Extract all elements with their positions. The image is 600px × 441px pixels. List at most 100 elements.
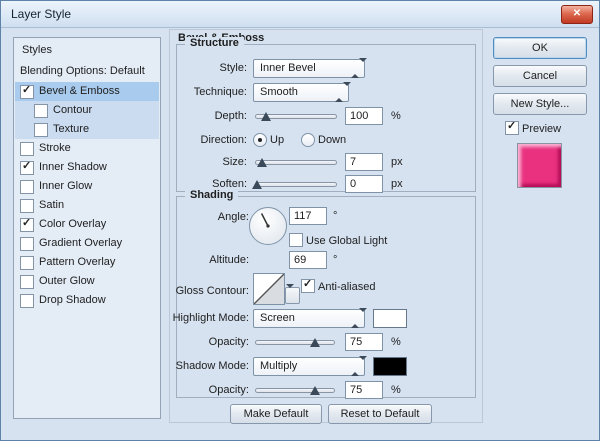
chevron-down-icon [286,284,294,300]
angle-label: Angle: [218,211,249,223]
anti-aliased-checkbox[interactable]: ✓ [301,279,315,293]
depth-label: Depth: [215,110,247,122]
chevron-updown-icon [351,62,362,75]
altitude-unit: ° [333,254,337,266]
slider-thumb[interactable] [261,112,271,121]
size-slider[interactable] [255,160,337,165]
shadow-mode-select[interactable]: Multiply [253,357,365,376]
angle-dial-pointer [250,208,286,244]
technique-select[interactable]: Smooth [253,83,349,102]
structure-legend: Structure [185,37,244,49]
layer-style-dialog: Layer Style ✕ Styles Blending Options: D… [0,0,600,441]
style-preview-swatch [517,143,562,188]
ok-button[interactable]: OK [493,37,587,59]
style-item-outer-glow[interactable]: Outer Glow [15,272,159,291]
shadow-mode-label: Shadow Mode: [176,360,249,372]
soften-slider[interactable] [255,182,337,187]
direction-up-label: Up [270,134,284,146]
window-title: Layer Style [11,7,71,21]
style-item-inner-shadow[interactable]: ✓ Inner Shadow [15,158,159,177]
checkbox-color-overlay[interactable]: ✓ [20,218,34,232]
settings-panel: Bevel & Emboss Structure Style: Inner Be… [169,29,483,423]
chevron-updown-icon [351,312,362,325]
preview-label: Preview [522,123,561,135]
slider-thumb[interactable] [252,180,262,189]
gloss-contour-dropdown-button[interactable] [285,287,300,304]
check-icon: ✓ [22,84,31,96]
style-item-texture[interactable]: Texture [15,120,159,139]
checkbox-outer-glow[interactable] [20,275,34,289]
use-global-light-checkbox[interactable] [289,233,303,247]
style-item-gradient-overlay[interactable]: Gradient Overlay [15,234,159,253]
angle-input[interactable] [289,207,327,225]
checkbox-pattern-overlay[interactable] [20,256,34,270]
style-label: Style: [219,62,247,74]
altitude-input[interactable] [289,251,327,269]
style-item-drop-shadow[interactable]: Drop Shadow [15,291,159,310]
soften-unit: px [391,178,403,190]
checkbox-inner-shadow[interactable]: ✓ [20,161,34,175]
direction-down-radio[interactable] [301,133,315,147]
checkbox-contour[interactable] [34,104,48,118]
checkbox-gradient-overlay[interactable] [20,237,34,251]
cancel-button[interactable]: Cancel [493,65,587,87]
depth-unit: % [391,110,401,122]
shadow-color-swatch[interactable] [373,357,407,376]
use-global-light-label: Use Global Light [306,235,387,247]
preview-checkbox[interactable]: ✓ [505,121,519,135]
make-default-button[interactable]: Make Default [230,404,322,424]
styles-panel: Styles Blending Options: Default ✓ Bevel… [13,37,161,419]
shading-legend: Shading [185,189,238,201]
style-item-color-overlay[interactable]: ✓ Color Overlay [15,215,159,234]
depth-input[interactable] [345,107,383,125]
check-icon: ✓ [507,120,516,132]
depth-slider[interactable] [255,114,337,119]
style-item-pattern-overlay[interactable]: Pattern Overlay [15,253,159,272]
gloss-contour-label: Gloss Contour: [176,285,249,297]
angle-unit: ° [333,210,337,222]
style-item-blending-options[interactable]: Blending Options: Default [15,62,159,81]
title-bar[interactable]: Layer Style ✕ [1,1,599,28]
check-icon: ✓ [303,278,312,290]
slider-thumb[interactable] [310,386,320,395]
chevron-updown-icon [335,86,346,99]
style-item-satin[interactable]: Satin [15,196,159,215]
technique-label: Technique: [194,86,247,98]
slider-thumb[interactable] [257,158,267,167]
highlight-opacity-slider[interactable] [255,340,335,345]
soften-input[interactable] [345,175,383,193]
gloss-contour-thumbnail[interactable] [253,273,285,305]
direction-label: Direction: [201,134,247,146]
shadow-opacity-label: Opacity: [209,384,249,396]
checkbox-texture[interactable] [34,123,48,137]
highlight-opacity-unit: % [391,336,401,348]
size-unit: px [391,156,403,168]
highlight-mode-select[interactable]: Screen [253,309,365,328]
linear-contour-icon [254,274,284,304]
checkbox-stroke[interactable] [20,142,34,156]
anti-aliased-label: Anti-aliased [318,281,375,293]
angle-dial[interactable] [249,207,287,245]
style-item-inner-glow[interactable]: Inner Glow [15,177,159,196]
checkbox-drop-shadow[interactable] [20,294,34,308]
style-item-contour[interactable]: Contour [15,101,159,120]
checkbox-bevel-emboss[interactable]: ✓ [20,85,34,99]
close-icon: ✕ [573,8,581,19]
close-button[interactable]: ✕ [561,5,593,24]
checkbox-inner-glow[interactable] [20,180,34,194]
highlight-opacity-input[interactable] [345,333,383,351]
highlight-color-swatch[interactable] [373,309,407,328]
reset-to-default-button[interactable]: Reset to Default [328,404,432,424]
size-input[interactable] [345,153,383,171]
chevron-updown-icon [351,360,362,373]
shadow-opacity-input[interactable] [345,381,383,399]
check-icon: ✓ [22,217,31,229]
style-item-stroke[interactable]: Stroke [15,139,159,158]
style-item-bevel-emboss[interactable]: ✓ Bevel & Emboss [15,82,159,101]
new-style-button[interactable]: New Style... [493,93,587,115]
direction-up-radio[interactable] [253,133,267,147]
slider-thumb[interactable] [310,338,320,347]
shadow-opacity-slider[interactable] [255,388,335,393]
style-select[interactable]: Inner Bevel [253,59,365,78]
checkbox-satin[interactable] [20,199,34,213]
